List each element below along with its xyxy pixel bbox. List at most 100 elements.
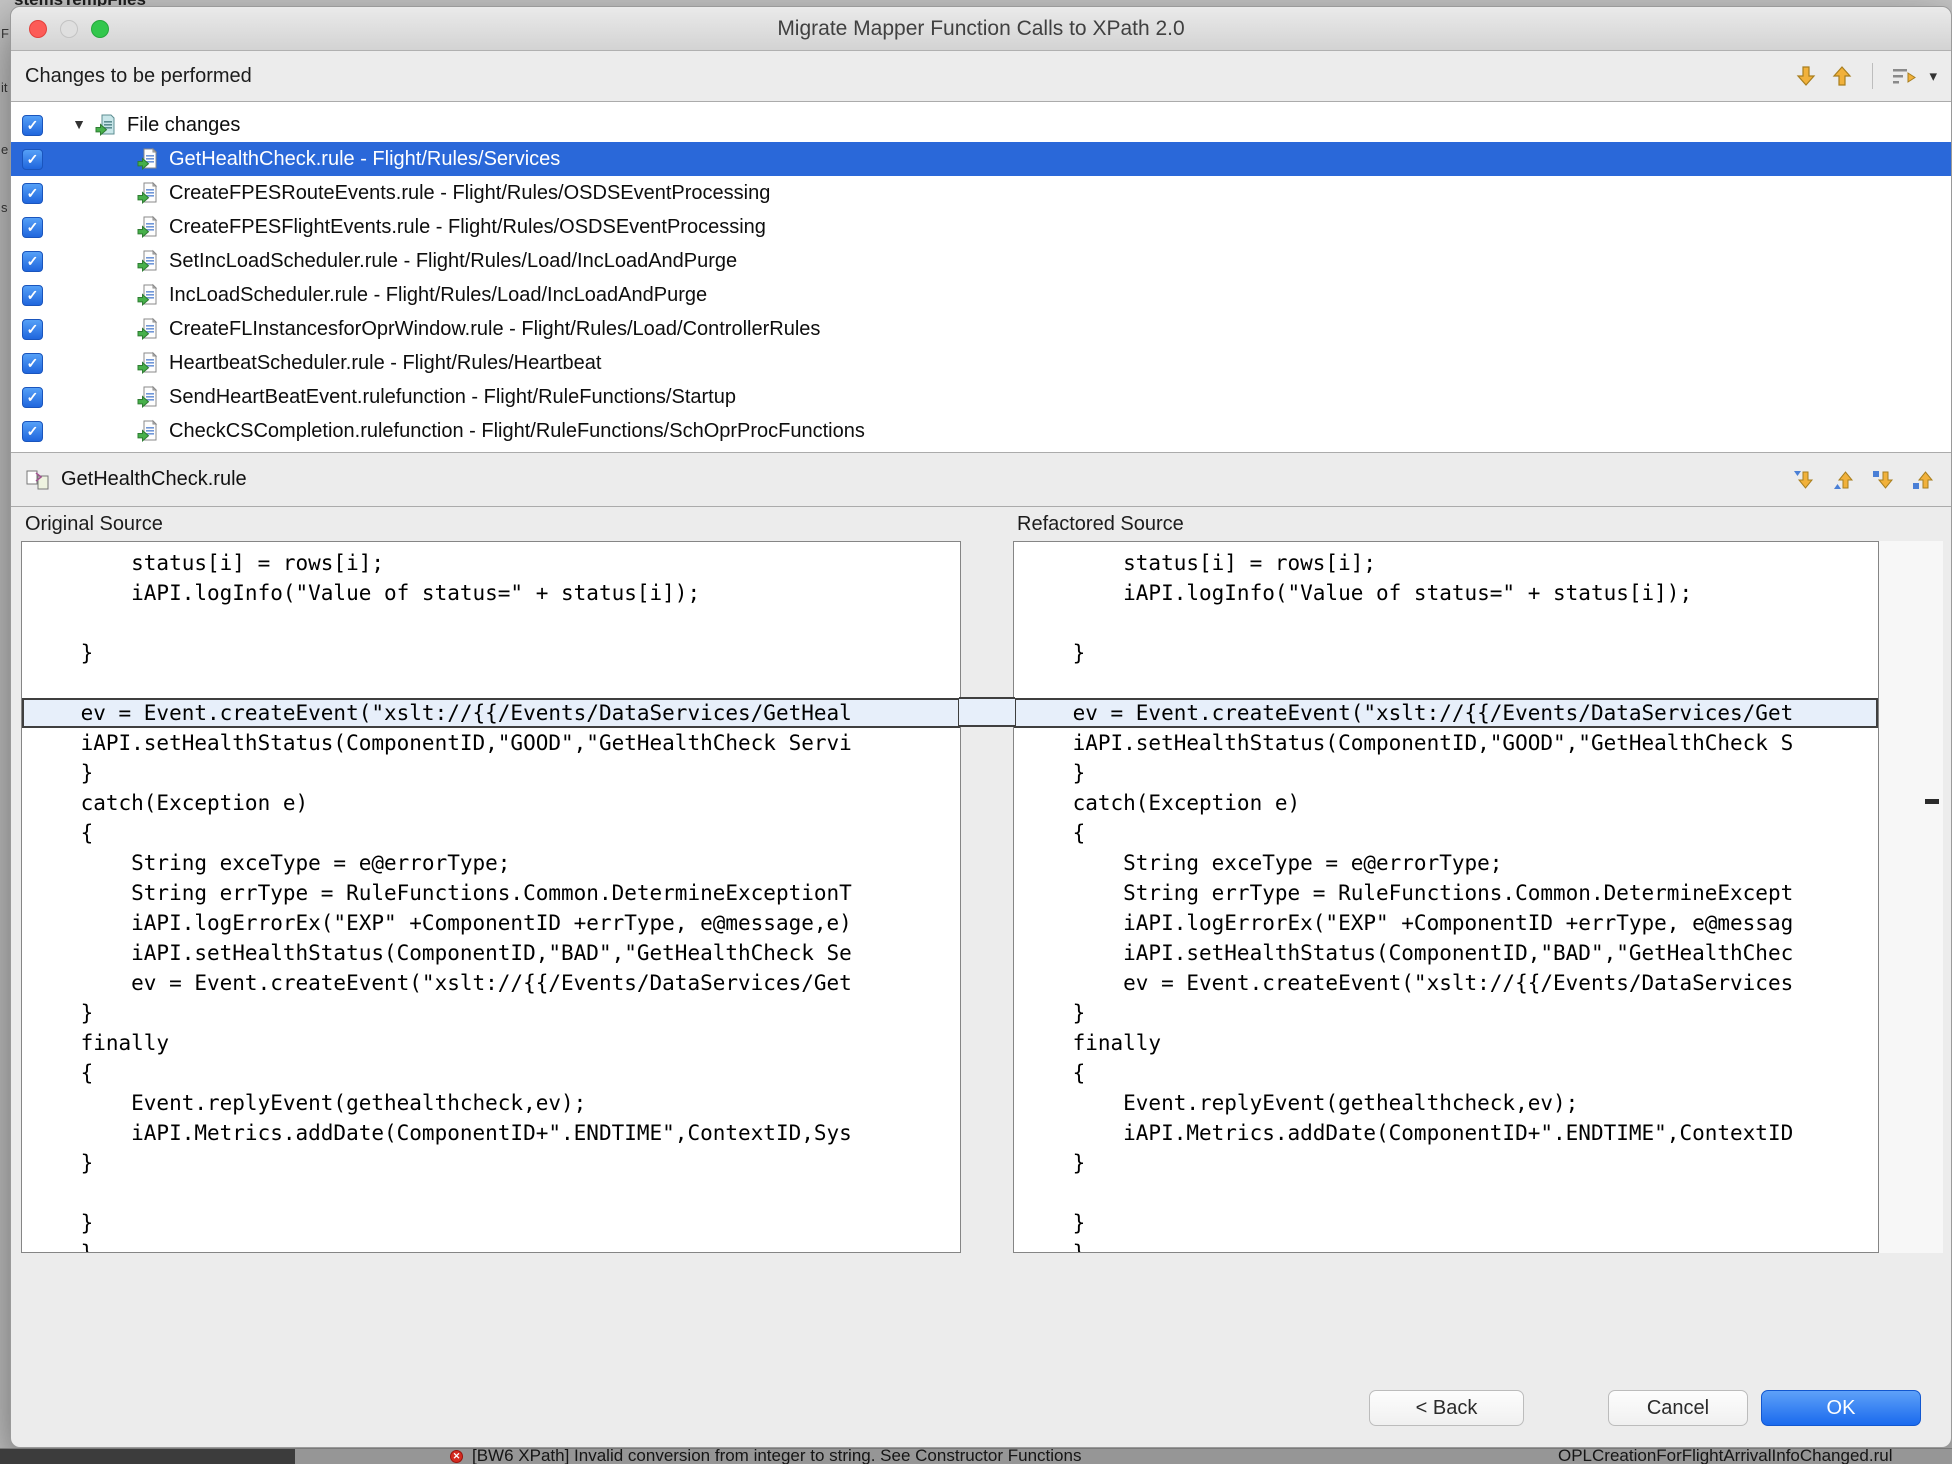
rule-file-icon <box>137 385 161 409</box>
code-line <box>30 668 960 698</box>
code-line: { <box>1022 818 1878 848</box>
original-source-code[interactable]: status[i] = rows[i]; iAPI.logInfo("Value… <box>21 541 961 1253</box>
tree-item[interactable]: CreateFPESFlightEvents.rule - Flight/Rul… <box>11 210 1951 244</box>
code-line: } <box>30 1208 960 1238</box>
previous-difference-icon[interactable] <box>1831 467 1857 493</box>
item-checkbox[interactable] <box>22 251 43 272</box>
tree-item[interactable]: CreateFLInstancesforOprWindow.rule - Fli… <box>11 312 1951 346</box>
code-line <box>30 1178 960 1208</box>
code-line: catch(Exception e) <box>30 788 960 818</box>
code-line: { <box>1022 1058 1878 1088</box>
code-line: Event.replyEvent(gethealthcheck,ev); <box>30 1088 960 1118</box>
compare-gutter <box>961 541 1013 1253</box>
next-difference-icon[interactable] <box>1791 467 1817 493</box>
code-line: ev = Event.createEvent("xslt://{{/Events… <box>30 968 960 998</box>
code-line: iAPI.setHealthStatus(ComponentID,"GOOD",… <box>1022 728 1878 758</box>
code-line: { <box>30 1058 960 1088</box>
toolbar-divider <box>1872 63 1873 89</box>
background-error-text: [BW6 XPath] Invalid conversion from inte… <box>472 1448 1081 1464</box>
tree-item[interactable]: GetHealthCheck.rule - Flight/Rules/Servi… <box>11 142 1951 176</box>
code-line: } <box>30 1148 960 1178</box>
code-line: iAPI.setHealthStatus(ComponentID,"BAD","… <box>30 938 960 968</box>
item-checkbox[interactable] <box>22 183 43 204</box>
background-status-bar: ✕ [BW6 XPath] Invalid conversion from in… <box>0 1448 1952 1464</box>
tree-item[interactable]: HeartbeatScheduler.rule - Flight/Rules/H… <box>11 346 1951 380</box>
diff-highlight-line: ev = Event.createEvent("xslt://{{/Events… <box>1014 698 1878 728</box>
diff-highlight-line: ev = Event.createEvent("xslt://{{/Events… <box>22 698 960 728</box>
code-line <box>1022 668 1878 698</box>
item-checkbox[interactable] <box>22 387 43 408</box>
code-line: } <box>1022 1208 1878 1238</box>
code-line: } <box>1022 638 1878 668</box>
item-checkbox[interactable] <box>22 149 43 170</box>
item-checkbox[interactable] <box>22 319 43 340</box>
tree-item[interactable]: IncLoadScheduler.rule - Flight/Rules/Loa… <box>11 278 1951 312</box>
error-icon: ✕ <box>450 1450 463 1463</box>
root-checkbox[interactable] <box>22 115 43 136</box>
background-filename-text: OPLCreationForFlightArrivalInfoChanged.r… <box>1558 1448 1893 1464</box>
tree-item-label: HeartbeatScheduler.rule - Flight/Rules/H… <box>169 352 601 375</box>
code-line <box>1022 608 1878 638</box>
code-line: } <box>30 998 960 1028</box>
code-line: status[i] = rows[i]; <box>1022 548 1878 578</box>
tree-item-label: File changes <box>127 114 240 137</box>
background-text-fragment: F <box>1 26 9 41</box>
rule-file-icon <box>137 215 161 239</box>
filter-menu-icon[interactable] <box>1891 64 1917 88</box>
refactored-source-code[interactable]: status[i] = rows[i]; iAPI.logInfo("Value… <box>1013 541 1879 1253</box>
background-dark-segment <box>0 1449 295 1464</box>
overview-ruler[interactable] <box>1879 541 1943 1253</box>
previous-change-nav-icon[interactable] <box>1911 467 1937 493</box>
back-button[interactable]: < Back <box>1369 1390 1524 1426</box>
rule-file-icon <box>137 317 161 341</box>
tree-item-file-changes[interactable]: File changes <box>11 108 1951 142</box>
code-line: iAPI.logErrorEx("EXP" +ComponentID +errT… <box>1022 908 1878 938</box>
code-line: iAPI.logInfo("Value of status=" + status… <box>30 578 960 608</box>
tree-item[interactable]: SendHeartBeatEvent.rulefunction - Flight… <box>11 380 1951 414</box>
tree-item-label: IncLoadScheduler.rule - Flight/Rules/Loa… <box>169 284 707 307</box>
changes-tree: File changes GetHealthCheck.rule - Fligh… <box>11 101 1951 453</box>
code-line: iAPI.logErrorEx("EXP" +ComponentID +errT… <box>30 908 960 938</box>
code-line: iAPI.setHealthStatus(ComponentID,"GOOD",… <box>30 728 960 758</box>
code-line: String errType = RuleFunctions.Common.De… <box>1022 878 1878 908</box>
code-line: ev = Event.createEvent("xslt://{{/Events… <box>1022 968 1878 998</box>
preview-file-title: GetHealthCheck.rule <box>61 468 247 491</box>
cancel-button[interactable]: Cancel <box>1608 1390 1748 1426</box>
rule-file-icon <box>137 283 161 307</box>
ok-button[interactable]: OK <box>1761 1390 1921 1426</box>
code-line: catch(Exception e) <box>1022 788 1878 818</box>
chevron-down-icon[interactable] <box>1929 67 1937 86</box>
rule-file-icon <box>137 147 161 171</box>
code-line: status[i] = rows[i]; <box>30 548 960 578</box>
previous-change-icon[interactable] <box>1830 64 1854 88</box>
next-change-nav-icon[interactable] <box>1871 467 1897 493</box>
item-checkbox[interactable] <box>22 353 43 374</box>
code-line <box>1022 1178 1878 1208</box>
item-checkbox[interactable] <box>22 421 43 442</box>
code-line: iAPI.logInfo("Value of status=" + status… <box>1022 578 1878 608</box>
refactored-source-label: Refactored Source <box>1017 507 1184 541</box>
title-bar[interactable]: Migrate Mapper Function Calls to XPath 2… <box>11 7 1951 51</box>
code-line: String exceType = e@errorType; <box>30 848 960 878</box>
overview-change-marker[interactable] <box>1925 799 1939 804</box>
code-line: } <box>1022 998 1878 1028</box>
compare-viewer: Original Source Refactored Source status… <box>21 507 1943 1253</box>
code-line: finally <box>30 1028 960 1058</box>
rule-file-icon <box>137 181 161 205</box>
background-text-fragment: e <box>1 142 8 157</box>
tree-item-label: GetHealthCheck.rule - Flight/Rules/Servi… <box>169 148 560 171</box>
code-line <box>30 608 960 638</box>
code-line: iAPI.Metrics.addDate(ComponentID+".ENDTI… <box>1022 1118 1878 1148</box>
tree-item[interactable]: CheckCSCompletion.rulefunction - Flight/… <box>11 414 1951 448</box>
next-change-icon[interactable] <box>1794 64 1818 88</box>
code-line: } <box>1022 758 1878 788</box>
changes-header-label: Changes to be performed <box>25 65 252 88</box>
code-line: finally <box>1022 1028 1878 1058</box>
item-checkbox[interactable] <box>22 285 43 306</box>
code-line: } <box>30 758 960 788</box>
tree-item[interactable]: CreateFPESRouteEvents.rule - Flight/Rule… <box>11 176 1951 210</box>
expander-icon[interactable] <box>69 116 89 134</box>
rule-file-icon <box>137 351 161 375</box>
tree-item[interactable]: SetIncLoadScheduler.rule - Flight/Rules/… <box>11 244 1951 278</box>
item-checkbox[interactable] <box>22 217 43 238</box>
